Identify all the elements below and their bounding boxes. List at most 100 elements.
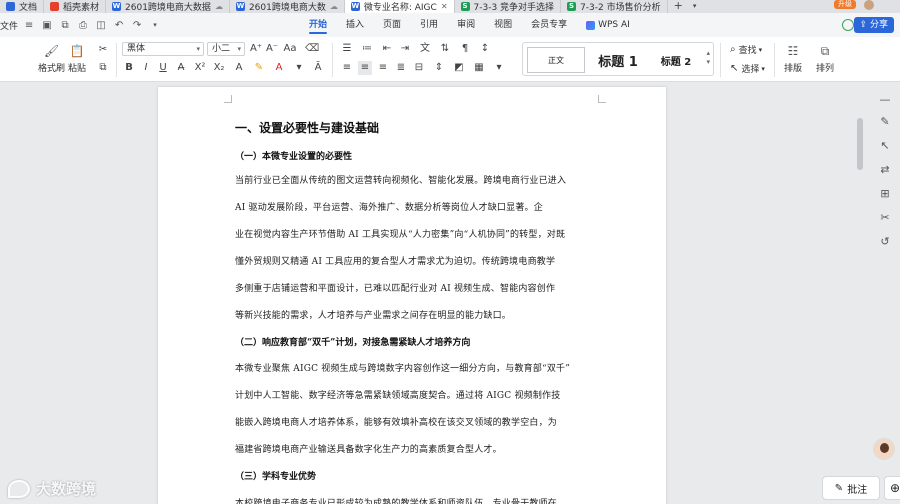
outdent-icon[interactable]: ⇤: [380, 42, 394, 56]
font-grow-icon[interactable]: A⁺: [249, 42, 263, 56]
close-icon[interactable]: ✕: [441, 2, 448, 11]
line-spacing-icon[interactable]: ↕: [478, 42, 492, 56]
menu-lines-icon[interactable]: ≡: [22, 18, 36, 32]
tab-insert[interactable]: 插入: [346, 13, 364, 37]
ribbon-toolbar: 🖌 格式刷 📋 粘贴 ✂ ⧉ 黑体 ▾ 小二 ▾ A⁺ A⁻ Aa ⌫ B I U …: [0, 37, 900, 82]
italic-icon[interactable]: I: [139, 61, 153, 75]
font-shrink-icon[interactable]: A⁻: [265, 42, 279, 56]
tab-doc-aigc[interactable]: W 微专业名称: AIGC ✕: [344, 0, 455, 13]
format-painter-button[interactable]: 🖌 格式刷: [38, 43, 65, 74]
paste-button[interactable]: 📋 粘贴: [68, 43, 86, 74]
tab-references[interactable]: 引用: [420, 13, 438, 37]
collapse-icon[interactable]: —: [879, 94, 891, 106]
tab-home[interactable]: 开始: [309, 13, 328, 37]
font-color-icon[interactable]: A: [272, 61, 286, 75]
add-button[interactable]: ⊕: [884, 476, 900, 500]
sort-icon[interactable]: ⇅: [438, 42, 452, 56]
translate-icon[interactable]: ⇄: [879, 164, 891, 176]
select-button[interactable]: ↖ 选择 ▾: [730, 62, 765, 75]
tab-sheet-732[interactable]: S 7-3-2 市场售价分析: [561, 0, 668, 13]
tab-docs[interactable]: 文档: [0, 0, 45, 13]
comment-button[interactable]: ✎ 批注: [822, 476, 880, 500]
avatar[interactable]: [864, 0, 874, 10]
pointer-icon[interactable]: ↖: [879, 140, 891, 152]
strikethrough-icon[interactable]: A̶: [174, 61, 188, 75]
border-icon[interactable]: ▦: [472, 61, 486, 75]
align-right-icon[interactable]: ≡: [376, 61, 390, 75]
char-shading-icon[interactable]: Ā: [311, 61, 325, 75]
export-icon[interactable]: ⧉: [58, 18, 72, 32]
show-marks-icon[interactable]: ¶: [458, 42, 472, 56]
shading-icon[interactable]: ◩: [452, 61, 466, 75]
tab-doc-2601-b[interactable]: W 2601跨境电商大数 ☁: [230, 0, 345, 13]
divider: [116, 43, 117, 77]
superscript-icon[interactable]: X²: [193, 61, 207, 75]
find-button[interactable]: ⌕ 查找 ▾: [730, 43, 762, 56]
format-icon[interactable]: ⊞: [879, 188, 891, 200]
share-button[interactable]: ⇪ 分享: [853, 17, 894, 33]
highlight-icon[interactable]: ✎: [252, 61, 266, 75]
chevron-down-icon[interactable]: ▾: [492, 61, 506, 75]
tab-doc-2601-a[interactable]: W 2601跨境电商大数据 ☁: [106, 0, 230, 13]
change-case-icon[interactable]: Aa: [283, 42, 297, 56]
assistant-avatar[interactable]: [873, 438, 895, 460]
align-center-icon[interactable]: ≡: [358, 61, 372, 75]
save-icon[interactable]: ▣: [40, 18, 54, 32]
divider: [720, 43, 721, 77]
font-family-value: 黑体: [127, 44, 146, 54]
subscript-icon[interactable]: X₂: [212, 61, 226, 75]
chinese-layout-icon[interactable]: 文: [418, 42, 432, 56]
print-icon[interactable]: ⎙: [76, 18, 90, 32]
chevron-down-icon[interactable]: ▾: [292, 61, 306, 75]
distribute-icon[interactable]: ⊟: [412, 61, 426, 75]
tools-icon[interactable]: ✂: [879, 212, 891, 224]
style-heading-2[interactable]: 标题 2: [649, 47, 703, 73]
tab-review[interactable]: 审阅: [457, 13, 475, 37]
cursor-icon: ↖: [730, 63, 739, 74]
tab-sheet-733[interactable]: S 7-3-3 竞争对手选择: [455, 0, 562, 13]
chevron-down-icon[interactable]: ▾: [148, 18, 162, 32]
style-heading-1[interactable]: 标题 1: [589, 47, 647, 73]
wps-ai-button[interactable]: WPS AI: [586, 20, 630, 30]
chevron-down-icon[interactable]: ▴ ▾: [706, 49, 710, 67]
word-icon: W: [235, 2, 245, 11]
font-family-select[interactable]: 黑体 ▾: [122, 42, 204, 56]
preview-icon[interactable]: ◫: [94, 18, 108, 32]
tab-view[interactable]: 视图: [494, 13, 512, 37]
font-size-select[interactable]: 小二 ▾: [207, 42, 245, 56]
paragraph-line: 多侧重于店铺运营和平面设计，已难以匹配行业对 AI 视频生成、智能内容创作: [235, 284, 556, 294]
arrange-button[interactable]: ⧉ 排列: [816, 43, 834, 74]
tab-member[interactable]: 会员专享: [531, 13, 567, 37]
vertical-scrollbar[interactable]: [857, 118, 863, 170]
undo-icon[interactable]: ↶: [112, 18, 126, 32]
tab-page[interactable]: 页面: [383, 13, 401, 37]
upgrade-badge[interactable]: 升级: [834, 0, 856, 9]
edit-icon[interactable]: ✎: [879, 116, 891, 128]
underline-icon[interactable]: U: [156, 61, 170, 75]
paragraph-line: 懂外贸规则又精通 AI 工具应用的复合型人才需求尤为迫切。传统跨境电商教学: [235, 257, 556, 267]
cloud-sync-icon[interactable]: [842, 19, 854, 31]
text-effect-icon[interactable]: A: [232, 61, 246, 75]
style-normal[interactable]: 正文: [527, 47, 585, 73]
indent-icon[interactable]: ⇥: [398, 42, 412, 56]
arrange-label: 排列: [816, 64, 835, 74]
cut-icon[interactable]: ✂: [96, 43, 110, 57]
document-page[interactable]: 一、设置必要性与建设基础 （一）本微专业设置的必要性 当前行业已全面从传统的图文…: [158, 87, 666, 504]
clear-format-icon[interactable]: ⌫: [305, 42, 319, 56]
redo-icon[interactable]: ↷: [130, 18, 144, 32]
bullet-list-icon[interactable]: ☰: [340, 42, 354, 56]
history-icon[interactable]: ↺: [879, 236, 891, 248]
chevron-down-icon[interactable]: ▾: [689, 0, 701, 13]
file-menu[interactable]: 文件: [0, 19, 20, 32]
cloud-icon: ☁: [329, 2, 338, 11]
copy-icon[interactable]: ⧉: [96, 61, 110, 75]
tab-docer[interactable]: 稻壳素材: [44, 0, 107, 13]
layout-button[interactable]: ☷ 排版: [784, 43, 802, 74]
line-spacing-icon[interactable]: ⇕: [432, 61, 446, 75]
paragraph-line: 能嵌入跨境电商人才培养体系，能够有效填补高校在该交叉领域的教学空白，为: [235, 418, 558, 428]
justify-icon[interactable]: ≣: [394, 61, 408, 75]
new-tab-icon[interactable]: +: [668, 0, 689, 13]
align-left-icon[interactable]: ≡: [340, 61, 354, 75]
numbered-list-icon[interactable]: ≔: [360, 42, 374, 56]
bold-icon[interactable]: B: [122, 61, 136, 75]
